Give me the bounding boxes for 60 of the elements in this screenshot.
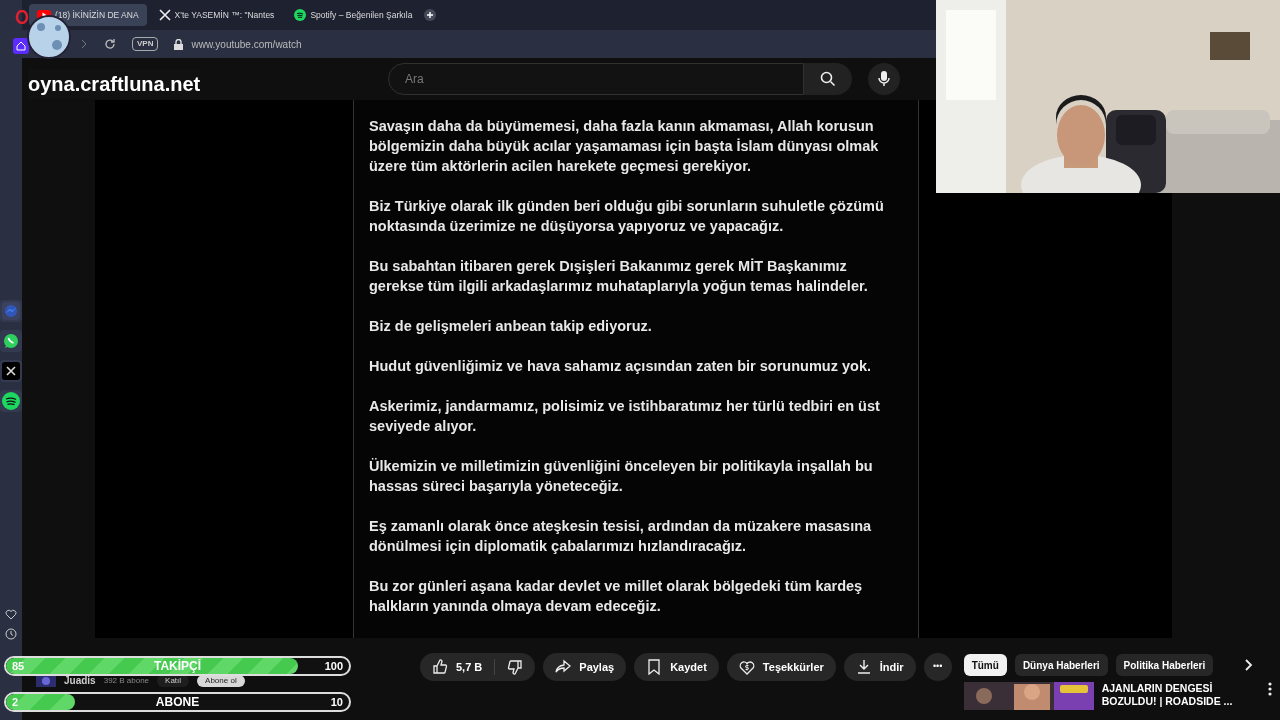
statement-paragraph: Eş zamanlı olarak önce ateşkesin tesisi, ardından da müzakere masasına dönülmesi için diplomatik çabalarımızı hızlandıracağız. <box>369 517 873 556</box>
download-icon <box>855 659 872 675</box>
bookmark-icon <box>646 659 663 675</box>
thumbs-down-icon <box>507 659 524 675</box>
mic-button[interactable] <box>868 63 900 95</box>
messenger-icon[interactable] <box>2 302 20 320</box>
browser-tab[interactable]: X'te YASEMİN ™: "Nantes <box>150 4 283 26</box>
search-button[interactable] <box>804 63 852 95</box>
search-icon <box>820 71 836 87</box>
forward-icon[interactable] <box>80 39 88 49</box>
spotify-icon[interactable] <box>2 392 20 410</box>
vpn-badge[interactable]: VPN <box>132 37 159 51</box>
heart-icon[interactable] <box>5 609 17 620</box>
thanks-button[interactable]: Teşekkürler <box>726 653 836 681</box>
reload-icon[interactable] <box>104 38 116 50</box>
thumbs-up-icon <box>432 659 448 675</box>
filter-chip[interactable]: Dünya Haberleri <box>1014 654 1108 676</box>
clock-icon[interactable] <box>5 628 17 640</box>
goal-label: TAKİPÇİ <box>153 658 202 674</box>
recommended-video-title[interactable]: AJANLARIN DENGESİ BOZULDU! | ROADSIDE ... <box>1101 682 1260 708</box>
x-logo-icon <box>158 9 171 21</box>
video-player[interactable] <box>95 100 1172 638</box>
save-button[interactable]: Kaydet <box>634 653 719 681</box>
statement-paragraph: Askerimiz, jandarmamız, polisimiz ve istihbaratımız her türlü tedbiri en üst seviyede alıyor. <box>369 397 881 436</box>
statement-paragraph: Biz Türkiye olarak ilk günden beri olduğu gibi sorunların suhuletle çözümü noktasında üzerimize ne düşüyorsa yapıyoruz ve yapacağız. <box>369 197 885 236</box>
statement-paragraph: Savaşın daha da büyümemesi, daha fazla kanın akmaması, Allah korusun bölgemizin daha büyük acılar yaşamaması için başta İslam dünyası olmak üzere tüm aktörlerin acilen harekete geçmesi gerekiyor. <box>369 117 880 176</box>
microphone-icon <box>878 71 890 87</box>
more-button[interactable]: ••• <box>923 653 952 681</box>
share-icon <box>555 659 572 675</box>
browser-tab[interactable]: Spotify – Beğenilen Şarkıla <box>286 4 421 26</box>
like-dislike-control[interactable]: 5,7 B <box>420 653 536 681</box>
whatsapp-icon[interactable] <box>2 332 20 350</box>
statement-paragraph: Ülkemizin ve milletimizin güvenliğini önceleyen bir politikayla inşallah bu hassas süreci başarıyla yöneteceğiz. <box>369 457 874 496</box>
more-vertical-icon[interactable] <box>1267 682 1272 696</box>
goal-target: 10 <box>330 695 343 710</box>
spotify-icon <box>294 9 307 21</box>
goal-label: ABONE <box>155 694 200 710</box>
statement-paragraph: Biz de gelişmeleri anbean takip ediyoruz. <box>369 317 653 336</box>
channel-name[interactable]: Juadis <box>64 675 96 687</box>
chevron-right-icon[interactable] <box>1245 659 1254 671</box>
lock-icon <box>174 38 184 50</box>
browser-logo-icon <box>15 10 29 24</box>
subscriber-count: 392 B abone <box>103 675 150 687</box>
filter-chip[interactable]: Politika Haberleri <box>1115 654 1214 676</box>
heart-dollar-icon <box>738 659 755 675</box>
search-field[interactable]: Ara <box>388 63 804 95</box>
statement-paragraph: Hudut güvenliğimiz ve hava sahamız açısından zaten bir sorunumuz yok. <box>369 357 872 376</box>
url-text[interactable]: www.youtube.com/watch <box>191 36 302 52</box>
like-button[interactable]: 5,7 B <box>420 658 496 676</box>
x-logo-icon[interactable] <box>2 362 20 380</box>
goal-current: 85 <box>12 659 25 674</box>
home-icon[interactable] <box>13 38 29 54</box>
filter-chip[interactable]: Tümü <box>963 654 1007 676</box>
goal-target: 100 <box>324 659 343 674</box>
statement-paragraph: Bu sabahtan itibaren gerek Dışişleri Bakanımız gerek MİT Başkanımız gerekse tüm ilgili arkadaşlarımız muhataplarıyla yoğun temas halindeler. <box>369 257 869 296</box>
statement-paragraph: Bu zor günleri aşana kadar devlet ve millet olarak bölgedeki tüm kardeş halkların yanında olmaya devam edeceğiz. <box>369 577 864 616</box>
goal-current: 2 <box>12 695 19 710</box>
download-button[interactable]: İndir <box>843 653 916 681</box>
new-tab-icon[interactable] <box>424 9 437 21</box>
share-button[interactable]: Paylaş <box>543 653 627 681</box>
